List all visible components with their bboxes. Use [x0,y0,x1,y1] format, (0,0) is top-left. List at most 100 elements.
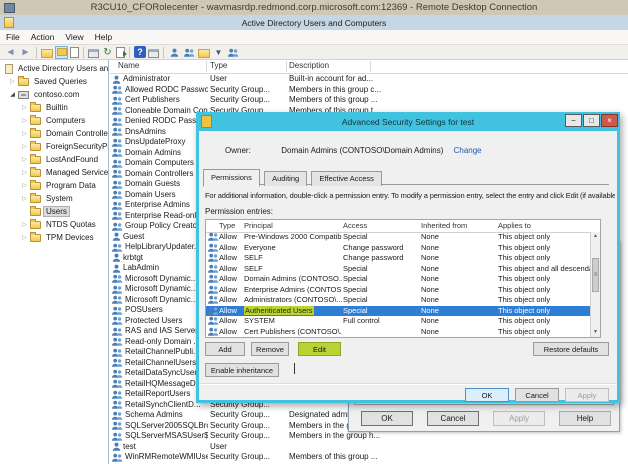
permission-entry-authenticated-users[interactable]: AllowAuthenticated UsersSpecialNoneThis … [206,306,591,317]
tree-item-ntds-quotas[interactable]: ▷NTDS Quotas [0,218,108,231]
tree-item-contoso-com[interactable]: ◢contoso.com [0,88,108,101]
list-row-administrator[interactable]: AdministratorUserBuilt-in account for ad… [110,74,628,85]
permission-entry-system[interactable]: AllowSYSTEMFull controlNoneThis object o… [206,316,591,327]
cancel-button[interactable]: Cancel [427,411,479,426]
perm-column-applies-to[interactable]: Applies to [498,221,531,230]
list-row-allowed-rodc-password[interactable]: Allowed RODC Password ...Security Group.… [110,85,628,96]
new-user-icon[interactable] [168,46,181,59]
cancel-button[interactable]: Cancel [515,388,559,402]
menu-file[interactable]: File [6,32,20,42]
group-members-icon[interactable] [227,46,240,59]
list-row-winrmremotewmiusers[interactable]: WinRMRemoteWMIUsers_Security Group...Mem… [110,452,628,463]
up-level-icon[interactable] [41,49,53,58]
table-scrollbar[interactable]: ▲ ≡ ▼ [590,232,600,337]
list-cell-name: Microsoft Dynamic... [112,274,208,285]
perm-column-principal[interactable]: Principal [244,221,273,230]
export-list-icon[interactable] [116,47,125,58]
show-console-tree-icon[interactable] [55,46,68,59]
collapsed-icon[interactable]: ▷ [8,78,17,85]
enable-inheritance-button[interactable]: Enable inheritance [205,363,279,377]
permission-entry-pre-windows-2000-compatib[interactable]: AllowPre-Windows 2000 Compatib...Special… [206,232,591,243]
tab-permissions[interactable]: Permissions [203,169,260,187]
tree-item-managed-service-accounts[interactable]: ▷Managed Service Accounts [0,166,108,179]
edit-button[interactable]: Edit [298,342,341,356]
tree-item-computers[interactable]: ▷Computers [0,114,108,127]
list-row-cert-publishers[interactable]: Cert PublishersSecurity Group...Members … [110,95,628,106]
permission-entry-domain-admins-contoso[interactable]: AllowDomain Admins (CONTOSO...SpecialNon… [206,274,591,285]
collapsed-icon[interactable]: ▷ [20,195,29,202]
permission-entry-enterprise-admins-contos[interactable]: AllowEnterprise Admins (CONTOS...Special… [206,285,591,296]
permission-entry-administrators-contoso[interactable]: AllowAdministrators (CONTOSO\...SpecialN… [206,295,591,306]
collapsed-icon[interactable]: ▷ [20,182,29,189]
column-divider[interactable] [206,61,207,72]
scrollbar-thumb[interactable]: ≡ [592,258,599,292]
add-button[interactable]: Add [205,342,245,356]
refresh-icon[interactable]: ↻ [101,46,114,59]
tree-item-foreignsecurityprincipals[interactable]: ▷ForeignSecurityPrincipals [0,140,108,153]
tree-item-lostandfound[interactable]: ▷LostAndFound [0,153,108,166]
ok-button[interactable]: OK [361,411,413,426]
group-icon [208,316,219,325]
tree-item-domain-controllers[interactable]: ▷Domain Controllers [0,127,108,140]
filter-icon[interactable]: ▼ [212,46,225,59]
tree-item-program-data[interactable]: ▷Program Data [0,179,108,192]
properties-window-icon[interactable] [148,49,159,58]
forward-icon[interactable]: ► [19,46,32,59]
list-cell-name: Microsoft Dynamic... [112,284,208,295]
collapsed-icon[interactable]: ▷ [20,143,29,150]
column-header-name[interactable]: Name [118,61,139,70]
new-group-icon[interactable] [183,46,196,59]
tree-item-active-directory-users-and-computers[interactable]: Active Directory Users and Computers [0,62,108,75]
column-divider[interactable] [286,61,287,72]
minimize-button[interactable]: − [565,114,582,127]
collapsed-icon[interactable]: ▷ [20,117,29,124]
restore-defaults-button[interactable]: Restore defaults [533,342,609,356]
remove-button[interactable]: Remove [251,342,289,356]
change-owner-link[interactable]: Change [454,146,482,155]
tree-item-system[interactable]: ▷System [0,192,108,205]
column-header-type[interactable]: Type [210,61,227,70]
tree-item-saved-queries[interactable]: ▷Saved Queries [0,75,108,88]
scroll-down-icon[interactable]: ▼ [591,328,600,337]
apply-button[interactable]: Apply [493,411,545,426]
permission-entry-everyone[interactable]: AllowEveryoneChange passwordNoneThis obj… [206,243,591,254]
collapsed-icon[interactable]: ▷ [20,130,29,137]
permission-entry-cert-publishers-contoso[interactable]: AllowCert Publishers (CONTOSO\...NoneThi… [206,327,591,338]
back-icon[interactable]: ◄ [4,46,17,59]
ok-button[interactable]: OK [465,388,509,402]
new-ou-icon[interactable] [198,49,210,58]
perm-column-access[interactable]: Access [343,221,367,230]
tab-effective-access[interactable]: Effective Access [311,171,381,186]
perm-cell-type: Allow [219,274,243,285]
permission-entry-self[interactable]: AllowSELFSpecialNoneThis object and all … [206,264,591,275]
menu-view[interactable]: View [65,32,83,42]
menu-help[interactable]: Help [95,32,112,42]
collapsed-icon[interactable]: ▷ [20,221,29,228]
expanded-icon[interactable]: ◢ [8,91,17,98]
help-button[interactable]: Help [559,411,611,426]
scroll-up-icon[interactable]: ▲ [591,232,600,241]
clipboard-icon[interactable] [70,47,79,58]
menu-action[interactable]: Action [31,32,55,42]
perm-column-inherited-from[interactable]: Inherited from [421,221,467,230]
permission-entry-self[interactable]: AllowSELFChange passwordNoneThis object … [206,253,591,264]
collapsed-icon[interactable]: ▷ [20,169,29,176]
apply-button[interactable]: Apply [565,388,609,402]
column-divider[interactable] [370,61,371,72]
help-icon[interactable]: ? [134,46,146,58]
maximize-button[interactable]: □ [583,114,600,127]
tree-item-users[interactable]: Users [0,205,108,218]
collapsed-icon[interactable]: ▷ [20,156,29,163]
close-button[interactable]: × [601,114,618,127]
tree-item-tpm-devices[interactable]: ▷TPM Devices [0,231,108,244]
column-header-description[interactable]: Description [289,61,329,70]
collapsed-icon[interactable]: ▷ [20,104,29,111]
tab-auditing[interactable]: Auditing [264,171,307,186]
export-window-icon[interactable] [88,49,99,58]
list-cell-name: Read-only Domain ... [112,337,208,348]
list-row-test[interactable]: testUser [110,442,628,453]
collapsed-icon[interactable]: ▷ [20,234,29,241]
tree-item-builtin[interactable]: ▷Builtin [0,101,108,114]
list-row-sqlservermsasuser-da[interactable]: SQLServerMSASUser$DA...Security Group...… [110,431,628,442]
perm-column-type[interactable]: Type [219,221,235,230]
